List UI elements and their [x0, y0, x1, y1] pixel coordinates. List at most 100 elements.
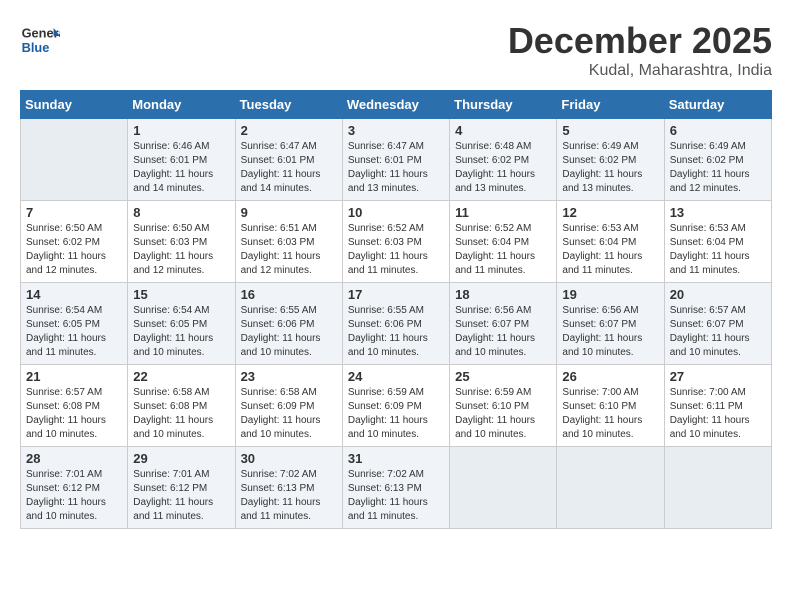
daylight-label: Daylight: 11 hours and 13 minutes.: [455, 169, 535, 194]
day-number: 31: [348, 451, 444, 466]
sunrise-label: Sunrise: 7:00 AM: [562, 387, 638, 398]
day-number: 25: [455, 369, 551, 384]
sunset-label: Sunset: 6:05 PM: [133, 319, 207, 330]
calendar-week-row: 28Sunrise: 7:01 AMSunset: 6:12 PMDayligh…: [21, 447, 772, 529]
sunrise-label: Sunrise: 6:54 AM: [133, 305, 209, 316]
calendar-cell: 23Sunrise: 6:58 AMSunset: 6:09 PMDayligh…: [235, 365, 342, 447]
daylight-label: Daylight: 11 hours and 12 minutes.: [670, 169, 750, 194]
sunrise-label: Sunrise: 6:55 AM: [348, 305, 424, 316]
sunrise-label: Sunrise: 6:56 AM: [455, 305, 531, 316]
calendar-cell: 4Sunrise: 6:48 AMSunset: 6:02 PMDaylight…: [450, 119, 557, 201]
day-of-week-monday: Monday: [128, 91, 235, 119]
logo: General Blue: [20, 20, 64, 60]
sunset-label: Sunset: 6:02 PM: [26, 237, 100, 248]
sunrise-label: Sunrise: 6:53 AM: [670, 223, 746, 234]
day-info: Sunrise: 6:58 AMSunset: 6:08 PMDaylight:…: [133, 386, 229, 442]
calendar-cell: 25Sunrise: 6:59 AMSunset: 6:10 PMDayligh…: [450, 365, 557, 447]
daylight-label: Daylight: 11 hours and 10 minutes.: [26, 415, 106, 440]
daylight-label: Daylight: 11 hours and 11 minutes.: [562, 251, 642, 276]
daylight-label: Daylight: 11 hours and 11 minutes.: [455, 251, 535, 276]
day-number: 2: [241, 123, 337, 138]
sunset-label: Sunset: 6:06 PM: [348, 319, 422, 330]
sunset-label: Sunset: 6:05 PM: [26, 319, 100, 330]
sunrise-label: Sunrise: 6:57 AM: [26, 387, 102, 398]
sunset-label: Sunset: 6:04 PM: [455, 237, 529, 248]
daylight-label: Daylight: 11 hours and 13 minutes.: [348, 169, 428, 194]
sunset-label: Sunset: 6:04 PM: [670, 237, 744, 248]
day-number: 9: [241, 205, 337, 220]
sunset-label: Sunset: 6:07 PM: [455, 319, 529, 330]
daylight-label: Daylight: 11 hours and 11 minutes.: [241, 497, 321, 522]
month-title: December 2025: [508, 20, 772, 62]
day-info: Sunrise: 6:47 AMSunset: 6:01 PMDaylight:…: [241, 140, 337, 196]
sunrise-label: Sunrise: 6:53 AM: [562, 223, 638, 234]
daylight-label: Daylight: 11 hours and 10 minutes.: [455, 415, 535, 440]
day-info: Sunrise: 6:48 AMSunset: 6:02 PMDaylight:…: [455, 140, 551, 196]
sunrise-label: Sunrise: 6:50 AM: [26, 223, 102, 234]
daylight-label: Daylight: 11 hours and 10 minutes.: [670, 333, 750, 358]
calendar-cell: [450, 447, 557, 529]
day-info: Sunrise: 6:47 AMSunset: 6:01 PMDaylight:…: [348, 140, 444, 196]
calendar-cell: 28Sunrise: 7:01 AMSunset: 6:12 PMDayligh…: [21, 447, 128, 529]
sunrise-label: Sunrise: 6:50 AM: [133, 223, 209, 234]
day-info: Sunrise: 6:52 AMSunset: 6:04 PMDaylight:…: [455, 222, 551, 278]
calendar-cell: 12 Sunrise: 6:53 AMSunset: 6:04 PMDayligh…: [557, 201, 664, 283]
day-number: 14: [26, 287, 122, 302]
day-info: Sunrise: 6:54 AMSunset: 6:05 PMDaylight:…: [26, 304, 122, 360]
sunset-label: Sunset: 6:02 PM: [562, 155, 636, 166]
daylight-label: Daylight: 11 hours and 14 minutes.: [133, 169, 213, 194]
sunrise-label: Sunrise: 6:56 AM: [562, 305, 638, 316]
sunrise-label: Sunrise: 6:59 AM: [348, 387, 424, 398]
day-info: Sunrise: 6:51 AMSunset: 6:03 PMDaylight:…: [241, 222, 337, 278]
calendar-cell: 15Sunrise: 6:54 AMSunset: 6:05 PMDayligh…: [128, 283, 235, 365]
sunset-label: Sunset: 6:08 PM: [26, 401, 100, 412]
sunset-label: Sunset: 6:03 PM: [133, 237, 207, 248]
calendar-week-row: 14 Sunrise: 6:54 AM Sunset: 6:05 PM Dayligh…: [21, 283, 772, 365]
sunset-label: Sunset: 6:13 PM: [241, 483, 315, 494]
day-number: 12: [562, 205, 658, 220]
day-number: 17: [348, 287, 444, 302]
calendar-cell: 13Sunrise: 6:53 AMSunset: 6:04 PMDayligh…: [664, 201, 771, 283]
day-number: 27: [670, 369, 766, 384]
page-header: General Blue December 2025 Kudal, Mahara…: [20, 20, 772, 80]
sunset-label: Sunset: 6:01 PM: [348, 155, 422, 166]
day-number: 16: [241, 287, 337, 302]
calendar-cell: 2 Sunrise: 6:47 AMSunset: 6:01 PMDaylight…: [235, 119, 342, 201]
calendar-cell: 16Sunrise: 6:55 AMSunset: 6:06 PMDayligh…: [235, 283, 342, 365]
day-info: Sunrise: 6:46 AMSunset: 6:01 PMDaylight:…: [133, 140, 229, 196]
daylight-label: Daylight: 11 hours and 14 minutes.: [241, 169, 321, 194]
day-number: 29: [133, 451, 229, 466]
day-number: 23: [241, 369, 337, 384]
day-info: Sunrise: 7:00 AMSunset: 6:11 PMDaylight:…: [670, 386, 766, 442]
calendar-week-row: 21Sunrise: 6:57 AMSunset: 6:08 PMDayligh…: [21, 365, 772, 447]
calendar-week-row: 7 Sunrise: 6:50 AM Sunset: 6:02 PM Daylight…: [21, 201, 772, 283]
sunrise-label: Sunrise: 6:49 AM: [670, 141, 746, 152]
sunrise-label: Sunrise: 6:58 AM: [241, 387, 317, 398]
sunset-label: Sunset: 6:06 PM: [241, 319, 315, 330]
calendar-cell: 7Sunrise: 6:50 AMSunset: 6:02 PMDaylight…: [21, 201, 128, 283]
day-info: Sunrise: 6:50 AMSunset: 6:03 PMDaylight:…: [133, 222, 229, 278]
calendar-cell: [21, 119, 128, 201]
day-info: Sunrise: 6:54 AM Sunset: 6:05 PM Daylight:…: [133, 304, 229, 360]
daylight-label: Daylight: 11 hours and 11 minutes.: [348, 251, 428, 276]
svg-text:Blue: Blue: [22, 40, 50, 55]
sunset-label: Sunset: 6:07 PM: [670, 319, 744, 330]
calendar-cell: 22Sunrise: 6:58 AMSunset: 6:08 PMDayligh…: [128, 365, 235, 447]
day-number: 7: [26, 205, 122, 220]
day-info: Sunrise: 6:53 AMSunset: 6:04 PMDaylight:…: [562, 222, 658, 278]
daylight-label: Daylight: 11 hours and 10 minutes.: [348, 415, 428, 440]
sunrise-label: Sunrise: 6:55 AM: [241, 305, 317, 316]
calendar-cell: 10Sunrise: 6:52 AMSunset: 6:03 PMDayligh…: [342, 201, 449, 283]
calendar-cell: 5Sunrise: 6:49 AMSunset: 6:02 PMDaylight…: [557, 119, 664, 201]
sunset-label: Sunset: 6:09 PM: [348, 401, 422, 412]
title-block: December 2025 Kudal, Maharashtra, India: [508, 20, 772, 80]
daylight-label: Daylight: 11 hours and 10 minutes.: [133, 333, 213, 358]
day-info: Sunrise: 6:55 AMSunset: 6:06 PMDaylight:…: [241, 304, 337, 360]
sunrise-label: Sunrise: 6:59 AM: [455, 387, 531, 398]
day-of-week-saturday: Saturday: [664, 91, 771, 119]
daylight-label: Daylight: 11 hours and 11 minutes.: [133, 497, 213, 522]
day-info: Sunrise: 6:50 AMSunset: 6:02 PMDaylight:…: [26, 222, 122, 278]
day-number: 20: [670, 287, 766, 302]
day-info: Sunrise: 7:00 AMSunset: 6:10 PMDaylight:…: [562, 386, 658, 442]
calendar-cell: 8Sunrise: 6:50 AMSunset: 6:03 PMDaylight…: [128, 201, 235, 283]
